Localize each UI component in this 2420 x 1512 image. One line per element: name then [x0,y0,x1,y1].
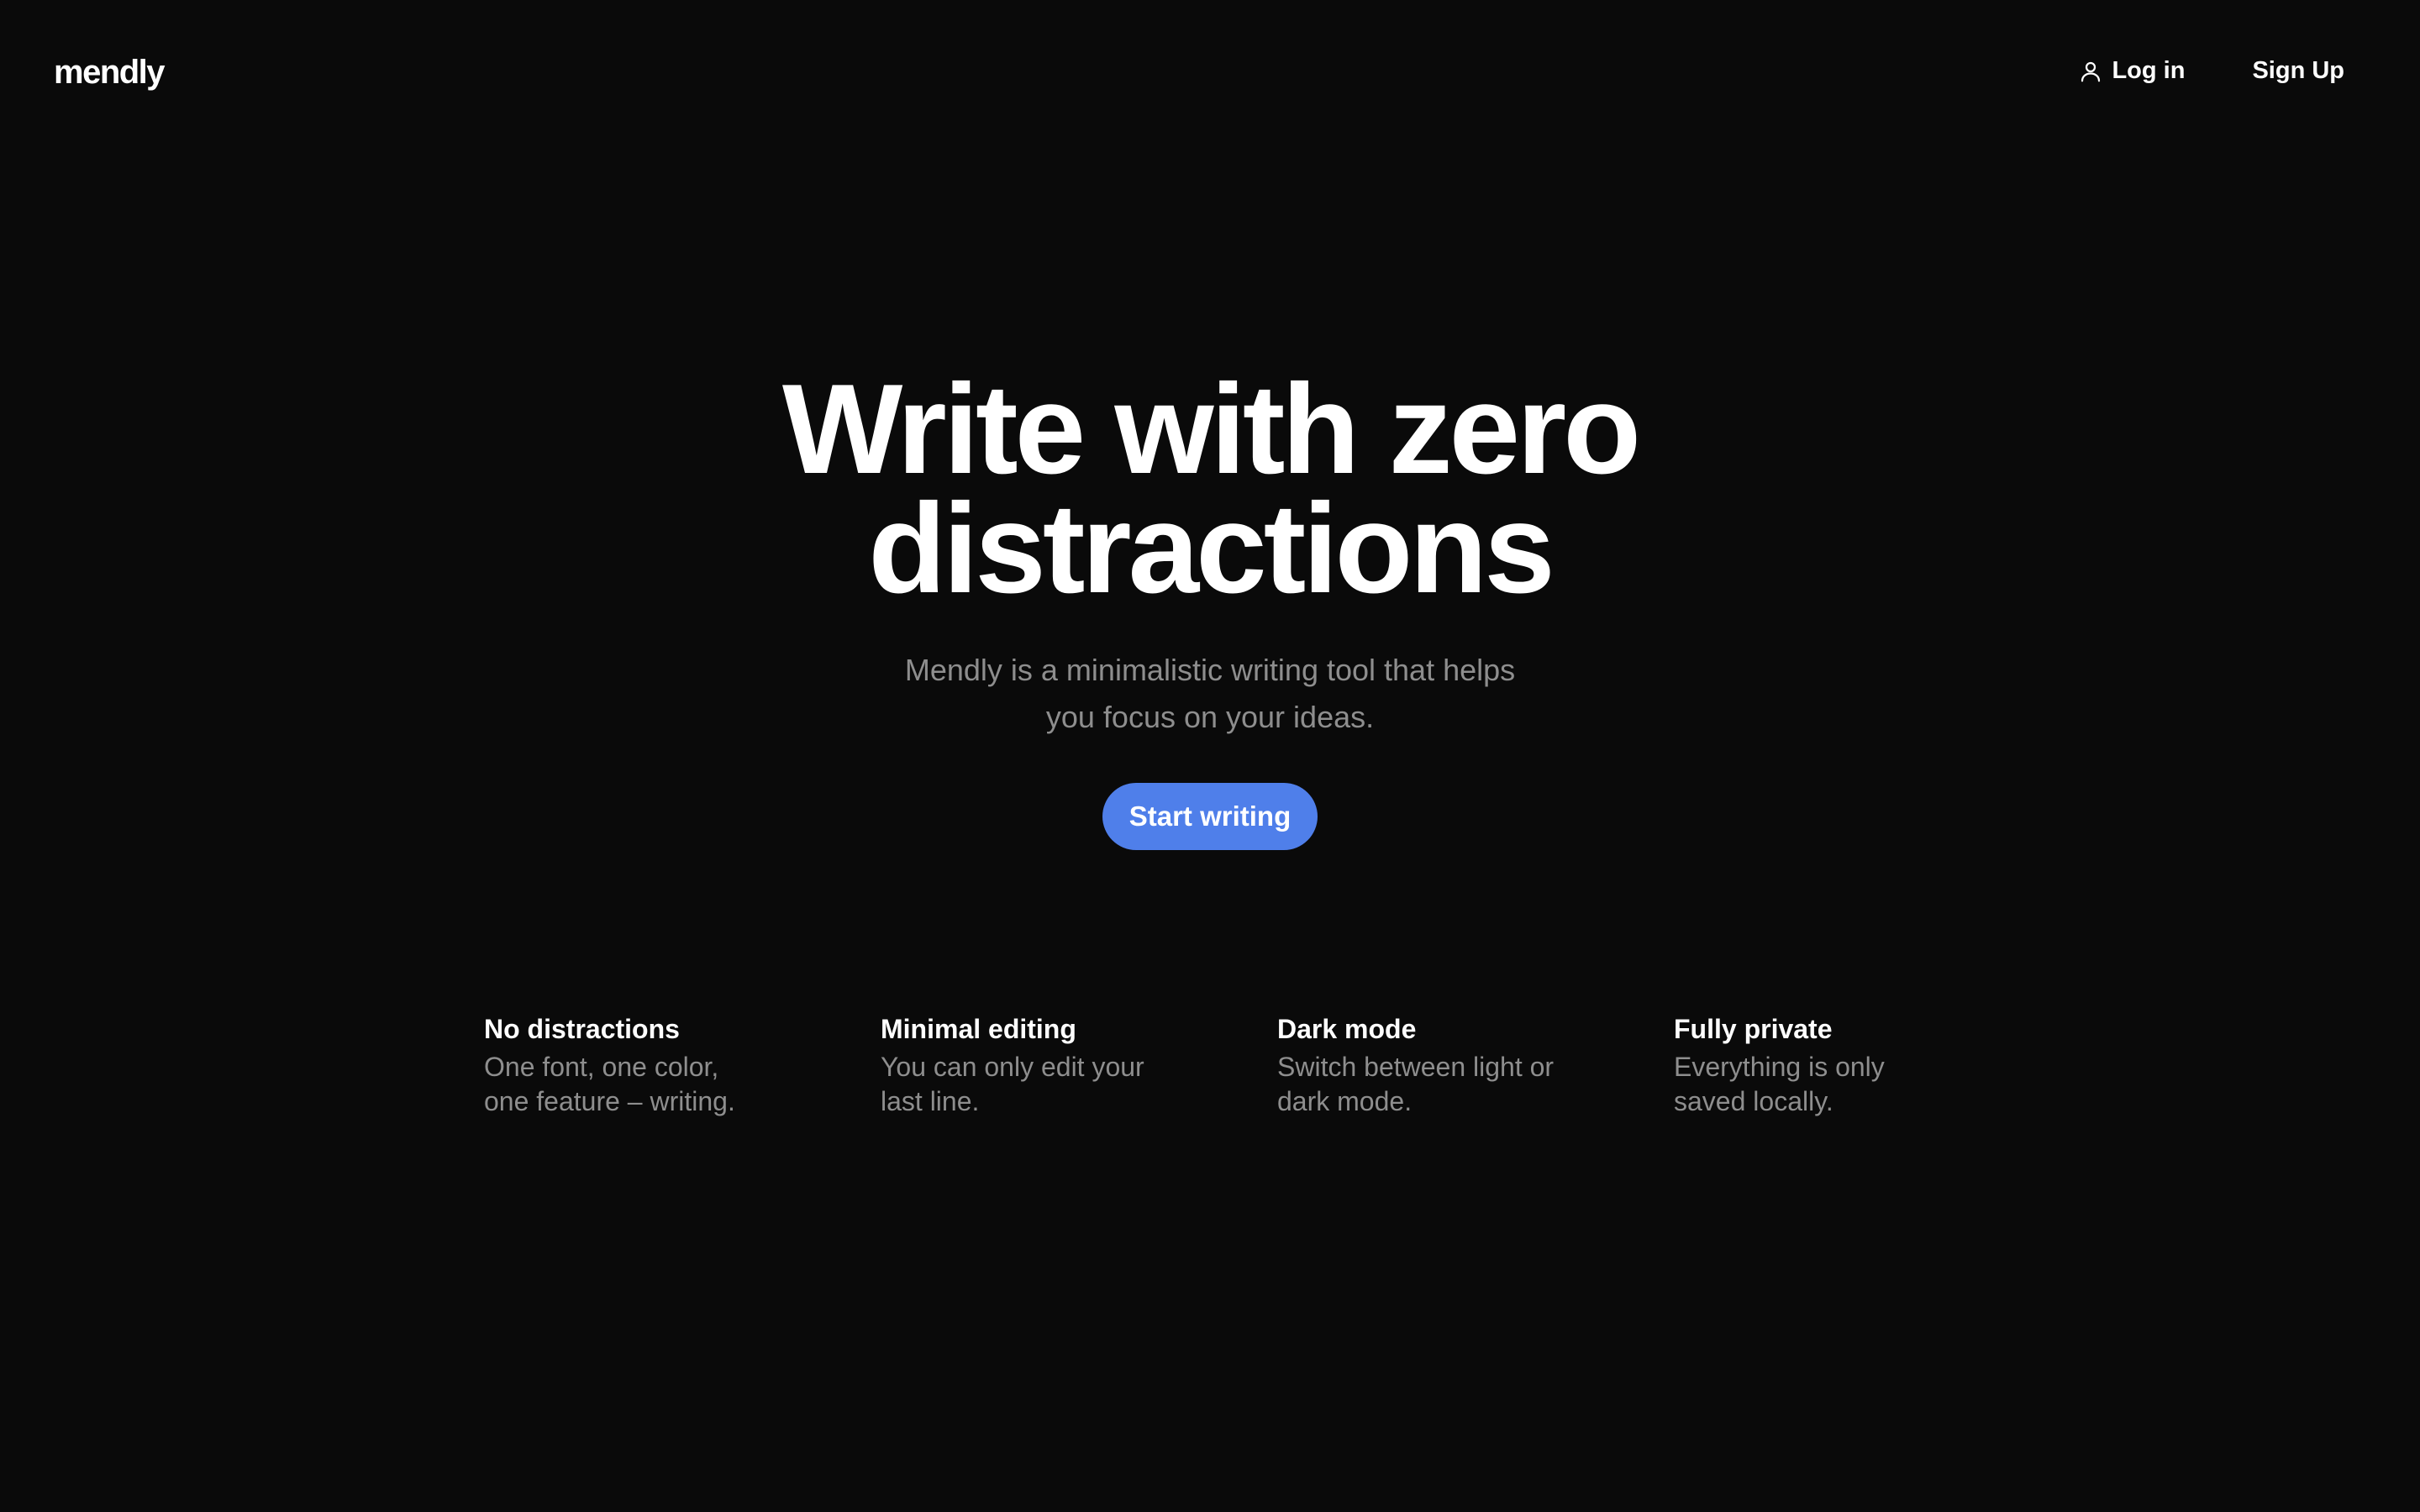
feature-title: Fully private [1674,1014,1833,1044]
feature-title: No distractions [484,1014,680,1044]
feature-no-distractions: No distractions One font, one color, one… [484,1008,881,1119]
site-header: mendly Log in Sign Up [0,0,2420,143]
hero-title: Write with zero distractions [781,358,1641,620]
feature-description: Everything is only saved locally. [1674,1052,1885,1116]
logo[interactable]: mendly [54,49,166,96]
hero-subtitle: Mendly is a minimalistic writing tool th… [904,653,1516,734]
user-icon [2078,58,2103,83]
login-label: Log in [2112,57,2186,84]
feature-title: Dark mode [1277,1014,1417,1044]
feature-description: Switch between light or dark mode. [1277,1052,1555,1116]
top-nav: Log in Sign Up [2078,52,2344,89]
feature-dark-mode: Dark mode Switch between light or dark m… [1277,1008,1674,1119]
feature-description: One font, one color, one feature – writi… [484,1052,735,1116]
feature-title: Minimal editing [881,1014,1076,1044]
features-row: No distractions One font, one color, one… [484,1008,2070,1119]
feature-description: You can only edit your last line. [881,1052,1144,1116]
login-link[interactable]: Log in [2078,52,2185,89]
feature-fully-private: Fully private Everything is only saved l… [1674,1008,2070,1119]
start-writing-button[interactable]: Start writing [1102,783,1318,850]
signup-link[interactable]: Sign Up [2252,52,2344,89]
feature-minimal-editing: Minimal editing You can only edit your l… [881,1008,1277,1119]
hero-section: Write with zero distractions Mendly is a… [0,358,2420,850]
